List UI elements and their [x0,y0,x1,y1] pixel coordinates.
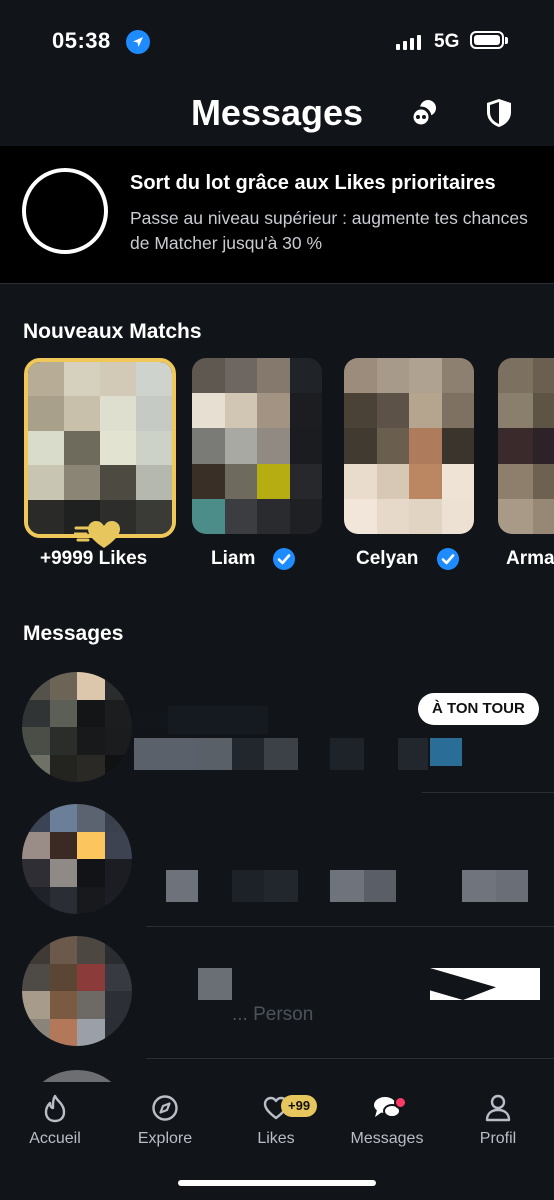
match-name-celyan: Celyan [356,548,419,569]
promo-ring-icon [22,168,108,254]
blurred-preview [166,870,198,902]
blurred-preview [364,870,396,902]
person-icon [482,1092,514,1124]
home-indicator[interactable] [178,1180,376,1186]
blurred-name [134,706,168,734]
promo-title: Sort du lot grâce aux Likes prioritaires [130,172,496,194]
tab-label: Messages [350,1130,424,1147]
likes-count-badge: +99 [281,1095,318,1117]
blurred-preview [198,738,232,770]
match-card-liam[interactable] [192,358,322,534]
tab-accueil[interactable]: Accueil [5,1092,105,1148]
likes-count-label: +9999 Likes [40,548,148,569]
blurred-preview [264,870,298,902]
tab-label: Likes [257,1130,295,1147]
blurred-preview [496,870,528,902]
promo-description: Passe au niveau supérieur : augmente tes… [130,208,528,253]
location-icon [126,30,150,54]
blurred-preview [330,870,364,902]
tab-label: Explore [137,1130,193,1147]
blurred-preview [398,738,428,770]
message-preview-fragment: ... Person [232,1004,314,1025]
match-card-arma[interactable] [498,358,554,534]
match-name-liam: Liam [211,548,256,569]
flame-icon [39,1092,71,1124]
tab-profil[interactable]: Profil [448,1092,548,1148]
blurred-name [168,706,268,734]
your-turn-badge: À TON TOUR [418,693,539,725]
blurred-preview [198,968,232,1000]
battery-tip [505,37,508,44]
compass-icon [149,1092,181,1124]
verified-badge-icon [437,548,459,570]
status-time: 05:38 [52,28,111,53]
verified-badge-icon [273,548,295,570]
avatar [22,804,132,914]
blurred-preview [232,738,264,770]
tab-label: Profil [479,1130,517,1147]
messages-title: Messages [23,622,124,645]
row-divider [146,926,554,927]
blurred-preview [462,870,496,902]
priority-likes-promo[interactable]: Sort du lot grâce aux Likes prioritaires… [0,146,554,284]
likes-card[interactable] [24,358,176,538]
blurred-preview [134,738,198,770]
tab-label: Accueil [29,1130,81,1147]
avatar [22,936,132,1046]
match-card-celyan[interactable] [344,358,474,534]
avatar [22,672,132,782]
signal-icon [396,34,421,50]
blurred-preview [264,738,298,770]
battery-icon [470,31,504,49]
discover-toggle-icon[interactable] [408,96,442,130]
blurred-likes-photo [28,362,172,534]
blurred-preview [430,738,462,766]
network-type: 5G [434,31,460,52]
tab-messages[interactable]: Messages [337,1092,437,1148]
row-divider [146,1058,554,1059]
match-name-arma: Arma [506,548,554,569]
gold-heart-icon [72,518,122,550]
row-divider [422,792,554,793]
blurred-match-photo [344,358,474,534]
blurred-preview [232,870,264,902]
blurred-match-photo [192,358,322,534]
notification-dot [394,1096,407,1109]
new-matches-title: Nouveaux Matchs [23,320,202,343]
blurred-match-photo [498,358,554,534]
tab-explore[interactable]: Explore [115,1092,215,1148]
page-title: Messages [190,92,364,133]
blurred-preview [330,738,364,770]
safety-shield-icon[interactable] [482,96,516,130]
